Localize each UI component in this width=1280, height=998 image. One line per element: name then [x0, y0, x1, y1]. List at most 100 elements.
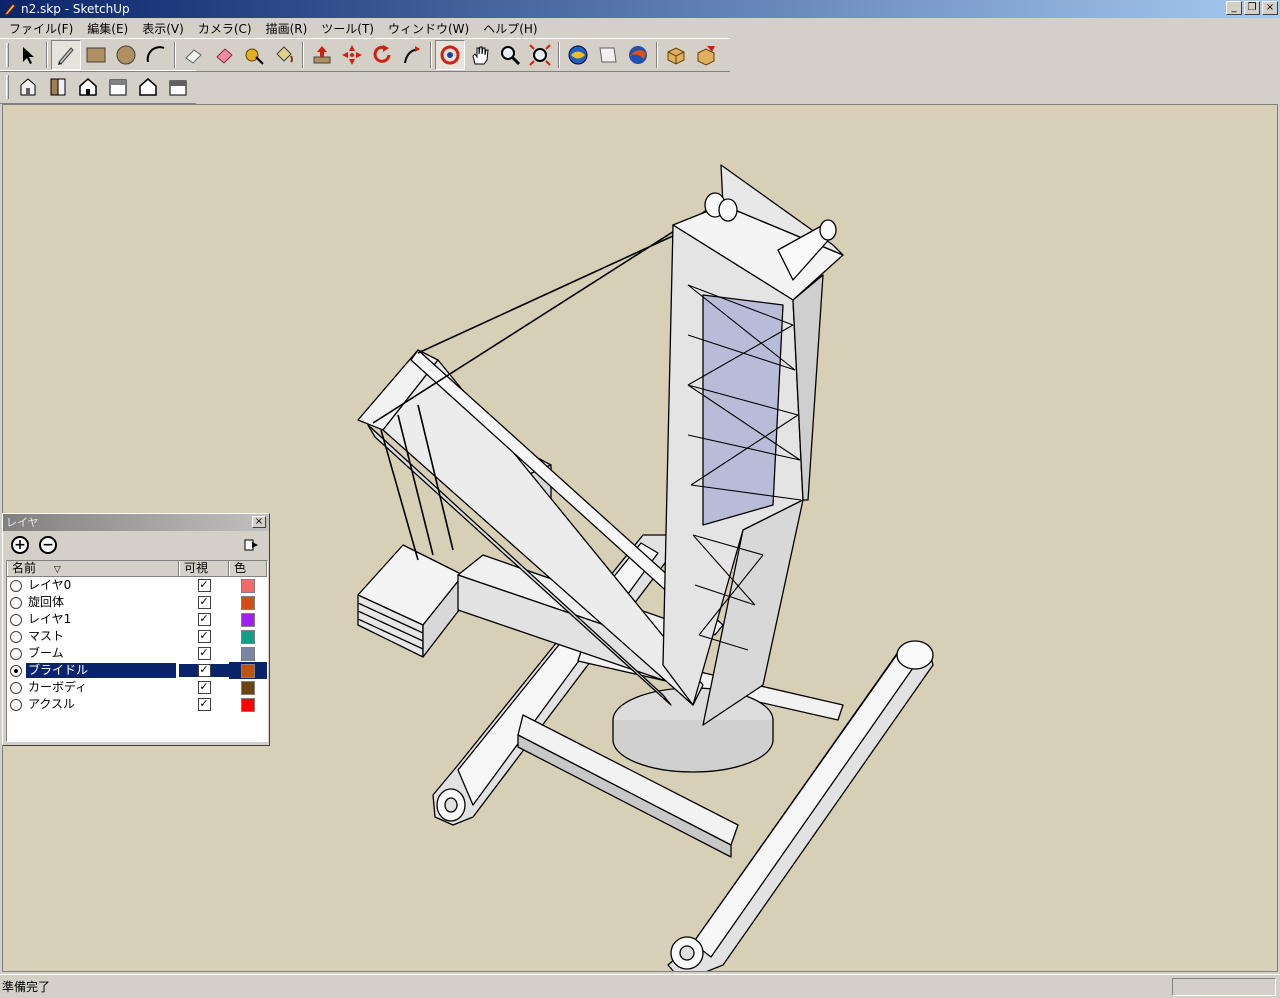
layer-name[interactable]: 旋回体: [26, 595, 66, 610]
orbit-tool-icon[interactable]: [435, 40, 465, 70]
menu-window[interactable]: ウィンドウ(W): [381, 20, 476, 37]
active-layer-radio[interactable]: [10, 630, 22, 643]
front-view-icon[interactable]: [73, 72, 103, 102]
window-title: n2.skp - SketchUp: [21, 2, 130, 16]
active-layer-radio[interactable]: [10, 698, 22, 711]
column-name[interactable]: 名前 ▽: [7, 561, 179, 576]
get-models-icon[interactable]: [563, 40, 593, 70]
column-visible[interactable]: 可視: [179, 561, 229, 576]
layer-color-swatch[interactable]: [241, 646, 255, 661]
visible-checkbox[interactable]: ✓: [197, 698, 211, 711]
zoom-tool-icon[interactable]: [495, 40, 525, 70]
select-tool-icon[interactable]: [13, 40, 43, 70]
menu-draw[interactable]: 描画(R): [259, 20, 315, 37]
menu-help[interactable]: ヘルプ(H): [476, 20, 544, 37]
share-model-icon[interactable]: [593, 40, 623, 70]
menu-edit[interactable]: 編集(E): [80, 20, 135, 37]
active-layer-radio[interactable]: [10, 681, 22, 694]
iso-view-icon[interactable]: [13, 72, 43, 102]
column-color[interactable]: 色: [229, 561, 267, 576]
layer-row[interactable]: 旋回体 ✓: [7, 594, 267, 611]
layer-name[interactable]: マスト: [26, 629, 66, 644]
layer-panel-close-icon[interactable]: ×: [252, 516, 266, 528]
layer-color-swatch[interactable]: [241, 595, 255, 610]
paint-eraser-icon[interactable]: [209, 40, 239, 70]
toolbar-grip[interactable]: [6, 43, 9, 67]
menu-camera[interactable]: カメラ(C): [191, 20, 259, 37]
menu-view[interactable]: 表示(V): [135, 20, 191, 37]
sort-indicator: ▽: [53, 565, 61, 575]
menu-file[interactable]: ファイル(F): [2, 20, 80, 37]
layer-row[interactable]: レイヤ1 ✓: [7, 611, 267, 628]
active-layer-radio[interactable]: [10, 613, 22, 626]
status-text: 準備完了: [2, 980, 51, 994]
menu-tools[interactable]: ツール(T): [314, 20, 381, 37]
rotate-tool-icon[interactable]: [367, 40, 397, 70]
toolbar-grip[interactable]: [6, 75, 9, 99]
layer-color-swatch[interactable]: [241, 629, 255, 644]
layer-name[interactable]: レイヤ1: [26, 612, 73, 627]
layer-name[interactable]: ブーム: [26, 646, 66, 661]
move-tool-icon[interactable]: [337, 40, 367, 70]
active-layer-radio[interactable]: [10, 664, 22, 677]
pencil-tool-icon[interactable]: [51, 40, 81, 70]
left-view-icon[interactable]: [163, 72, 193, 102]
make-component-icon[interactable]: [661, 40, 691, 70]
layer-details-icon[interactable]: [243, 537, 259, 553]
visible-checkbox[interactable]: ✓: [197, 647, 211, 660]
status-bar: 準備完了: [0, 974, 1280, 998]
component-browser-icon[interactable]: [691, 40, 721, 70]
layer-color-swatch[interactable]: [241, 697, 255, 712]
rectangle-tool-icon[interactable]: [81, 40, 111, 70]
pan-tool-icon[interactable]: [465, 40, 495, 70]
google-earth-icon[interactable]: [623, 40, 653, 70]
title-bar: n2.skp - SketchUp _ ❐ ×: [0, 0, 1280, 18]
push-pull-tool-icon[interactable]: [307, 40, 337, 70]
layer-row[interactable]: ブーム ✓: [7, 645, 267, 662]
layer-row[interactable]: カーボディ ✓: [7, 679, 267, 696]
tape-measure-tool-icon[interactable]: [239, 40, 269, 70]
measurements-box[interactable]: [1172, 978, 1276, 996]
layer-color-swatch[interactable]: [241, 612, 255, 627]
visible-checkbox[interactable]: ✓: [197, 613, 211, 626]
layer-row[interactable]: マスト ✓: [7, 628, 267, 645]
toolbar-separator: [302, 42, 304, 68]
visible-checkbox[interactable]: ✓: [197, 681, 211, 694]
remove-layer-icon[interactable]: −: [39, 536, 57, 554]
close-button[interactable]: ×: [1262, 1, 1278, 15]
layer-visible-cell: ✓: [179, 579, 229, 592]
active-layer-radio[interactable]: [10, 647, 22, 660]
layer-row[interactable]: アクスル ✓: [7, 696, 267, 713]
follow-me-tool-icon[interactable]: [397, 40, 427, 70]
paint-bucket-tool-icon[interactable]: [269, 40, 299, 70]
layer-name[interactable]: レイヤ0: [26, 578, 73, 593]
visible-checkbox[interactable]: ✓: [197, 664, 211, 677]
back-view-icon[interactable]: [133, 72, 163, 102]
layer-row[interactable]: レイヤ0 ✓: [7, 577, 267, 594]
circle-tool-icon[interactable]: [111, 40, 141, 70]
restore-button[interactable]: ❐: [1244, 1, 1260, 15]
add-layer-icon[interactable]: +: [11, 536, 29, 554]
layer-row[interactable]: ブライドル ✓: [7, 662, 267, 679]
layer-name-cell: マスト: [7, 629, 179, 644]
minimize-button[interactable]: _: [1226, 1, 1242, 15]
zoom-extents-tool-icon[interactable]: [525, 40, 555, 70]
right-view-icon[interactable]: [103, 72, 133, 102]
visible-checkbox[interactable]: ✓: [197, 596, 211, 609]
active-layer-radio[interactable]: [10, 579, 22, 592]
visible-checkbox[interactable]: ✓: [197, 579, 211, 592]
layer-color-swatch[interactable]: [241, 578, 255, 593]
visible-checkbox[interactable]: ✓: [197, 630, 211, 643]
eraser-tool-icon[interactable]: [179, 40, 209, 70]
layer-color-swatch[interactable]: [241, 663, 255, 678]
toolbar-separator: [558, 42, 560, 68]
top-view-icon[interactable]: [43, 72, 73, 102]
active-layer-radio[interactable]: [10, 596, 22, 609]
layer-panel-title-bar[interactable]: レイヤ ×: [3, 514, 269, 531]
layer-name[interactable]: アクスル: [26, 697, 77, 712]
arc-tool-icon[interactable]: [141, 40, 171, 70]
layer-name[interactable]: ブライドル: [26, 663, 176, 678]
layer-color-swatch[interactable]: [241, 680, 255, 695]
layer-color-cell: [229, 577, 267, 594]
layer-name[interactable]: カーボディ: [26, 680, 89, 695]
